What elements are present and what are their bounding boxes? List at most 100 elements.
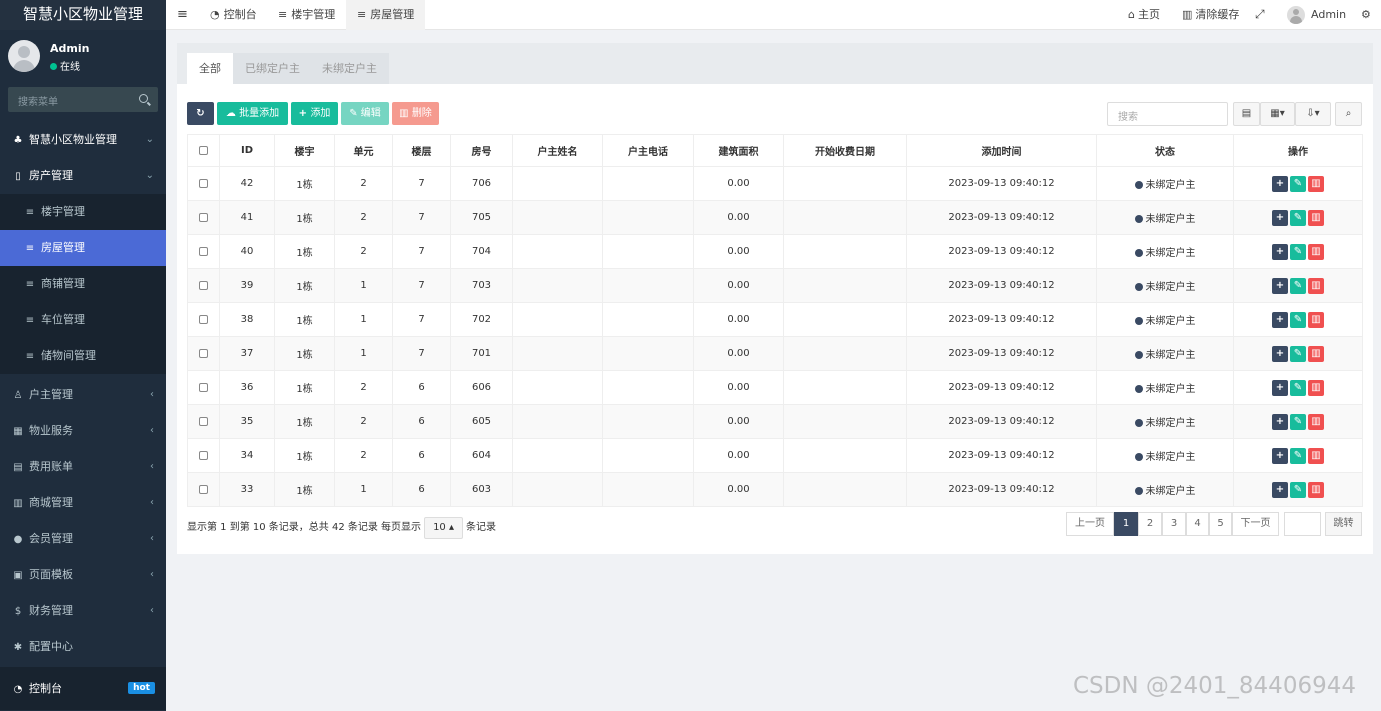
home-link[interactable]: ⌂ 主页	[1128, 0, 1160, 30]
page-size-select[interactable]: 10 ▴	[424, 517, 463, 539]
batch-add-button[interactable]: ☁ 批量添加	[217, 102, 288, 125]
table-row[interactable]: 37 1栋 1 7 701 0.00 2023-09-13 09:40:12 未绑定户主 + ✎ ▥	[187, 336, 1363, 371]
drag-sort-icon[interactable]: +	[1272, 481, 1288, 498]
page-3-button[interactable]: 3	[1162, 512, 1186, 536]
tab-unbound[interactable]: 未绑定户主	[310, 53, 389, 84]
row-checkbox[interactable]	[187, 370, 220, 405]
table-row[interactable]: 40 1栋 2 7 704 0.00 2023-09-13 09:40:12 未绑定户主 + ✎ ▥	[187, 234, 1363, 269]
sidebar-item-property[interactable]: ▯ 房产管理 ⌄	[0, 158, 166, 194]
row-checkbox[interactable]	[187, 302, 220, 337]
fullscreen-icon[interactable]: ⤢	[1255, 0, 1265, 30]
row-checkbox[interactable]	[187, 336, 220, 371]
sidebar-item-finance[interactable]: $ 财务管理 ‹	[0, 593, 166, 629]
delete-row-icon[interactable]: ▥	[1308, 243, 1324, 260]
sidebar-toggle-button[interactable]: ≡	[177, 0, 188, 30]
prev-page-button[interactable]: 上一页	[1066, 512, 1114, 536]
sidebar-item-shops[interactable]: ≡ 商铺管理	[0, 266, 166, 302]
sidebar-item-services[interactable]: ▦ 物业服务 ‹	[0, 413, 166, 449]
delete-row-icon[interactable]: ▥	[1308, 447, 1324, 464]
table-row[interactable]: 38 1栋 1 7 702 0.00 2023-09-13 09:40:12 未绑定户主 + ✎ ▥	[187, 302, 1363, 337]
tab-dashboard[interactable]: ◔ 控制台	[202, 0, 265, 30]
sidebar-item-smart-community[interactable]: ♣ 智慧小区物业管理 ⌄	[0, 122, 166, 158]
sidebar-item-bills[interactable]: ▤ 费用账单 ‹	[0, 449, 166, 485]
tab-bound[interactable]: 已绑定户主	[233, 53, 312, 84]
edit-row-icon[interactable]: ✎	[1290, 277, 1306, 294]
select-all-checkbox[interactable]	[187, 134, 220, 167]
sidebar-item-parking[interactable]: ≡ 车位管理	[0, 302, 166, 338]
page-1-button[interactable]: 1	[1114, 512, 1138, 536]
toggle-view-button[interactable]: ▤	[1233, 102, 1260, 126]
edit-row-icon[interactable]: ✎	[1290, 447, 1306, 464]
drag-sort-icon[interactable]: +	[1272, 175, 1288, 192]
delete-row-icon[interactable]: ▥	[1308, 175, 1324, 192]
sidebar-item-config[interactable]: ✱ 配置中心	[0, 629, 166, 665]
col-header-billing-start[interactable]: 开始收费日期	[783, 134, 907, 167]
drag-sort-icon[interactable]: +	[1272, 345, 1288, 362]
drag-sort-icon[interactable]: +	[1272, 447, 1288, 464]
drag-sort-icon[interactable]: +	[1272, 311, 1288, 328]
col-header-room[interactable]: 房号	[450, 134, 513, 167]
delete-row-icon[interactable]: ▥	[1308, 481, 1324, 498]
export-button[interactable]: ⇩▾	[1295, 102, 1331, 126]
delete-row-icon[interactable]: ▥	[1308, 209, 1324, 226]
edit-row-icon[interactable]: ✎	[1290, 209, 1306, 226]
row-checkbox[interactable]	[187, 200, 220, 235]
sidebar-item-mall[interactable]: ▥ 商城管理 ‹	[0, 485, 166, 521]
edit-row-icon[interactable]: ✎	[1290, 345, 1306, 362]
col-header-building[interactable]: 楼宇	[274, 134, 335, 167]
table-row[interactable]: 34 1栋 2 6 604 0.00 2023-09-13 09:40:12 未绑定户主 + ✎ ▥	[187, 438, 1363, 473]
edit-row-icon[interactable]: ✎	[1290, 413, 1306, 430]
table-row[interactable]: 42 1栋 2 7 706 0.00 2023-09-13 09:40:12 未绑定户主 + ✎ ▥	[187, 166, 1363, 201]
user-menu[interactable]: Admin	[1311, 0, 1346, 30]
page-5-button[interactable]: 5	[1209, 512, 1232, 536]
table-row[interactable]: 35 1栋 2 6 605 0.00 2023-09-13 09:40:12 未绑定户主 + ✎ ▥	[187, 404, 1363, 439]
page-4-button[interactable]: 4	[1186, 512, 1209, 536]
sidebar-item-members[interactable]: ● 会员管理 ‹	[0, 521, 166, 557]
tab-all[interactable]: 全部	[187, 53, 233, 84]
add-button[interactable]: + 添加	[291, 102, 338, 125]
drag-sort-icon[interactable]: +	[1272, 379, 1288, 396]
jump-page-input[interactable]	[1284, 512, 1321, 536]
table-row[interactable]: 39 1栋 1 7 703 0.00 2023-09-13 09:40:12 未绑定户主 + ✎ ▥	[187, 268, 1363, 303]
jump-button[interactable]: 跳转	[1325, 512, 1362, 536]
delete-row-icon[interactable]: ▥	[1308, 277, 1324, 294]
drag-sort-icon[interactable]: +	[1272, 277, 1288, 294]
drag-sort-icon[interactable]: +	[1272, 243, 1288, 260]
col-header-area[interactable]: 建筑面积	[693, 134, 784, 167]
tab-houses[interactable]: ≡ 房屋管理	[346, 0, 426, 30]
sidebar-item-dashboard[interactable]: ◔ 控制台 hot	[0, 667, 166, 710]
delete-row-icon[interactable]: ▥	[1308, 413, 1324, 430]
edit-row-icon[interactable]: ✎	[1290, 175, 1306, 192]
col-header-status[interactable]: 状态	[1096, 134, 1234, 167]
user-avatar[interactable]	[1287, 6, 1305, 24]
drag-sort-icon[interactable]: +	[1272, 413, 1288, 430]
columns-button[interactable]: ▦▾	[1260, 102, 1295, 126]
edit-button[interactable]: ✎ 编辑	[341, 102, 389, 125]
next-page-button[interactable]: 下一页	[1232, 512, 1279, 536]
sidebar-item-owners[interactable]: ♙ 户主管理 ‹	[0, 377, 166, 413]
delete-row-icon[interactable]: ▥	[1308, 379, 1324, 396]
table-row[interactable]: 33 1栋 1 6 603 0.00 2023-09-13 09:40:12 未绑定户主 + ✎ ▥	[187, 472, 1363, 507]
menu-search-input[interactable]: 搜索菜单	[8, 87, 158, 112]
drag-sort-icon[interactable]: +	[1272, 209, 1288, 226]
search-icon[interactable]	[139, 94, 148, 103]
menu-icon[interactable]: ≡	[177, 7, 188, 22]
row-checkbox[interactable]	[187, 472, 220, 507]
edit-row-icon[interactable]: ✎	[1290, 481, 1306, 498]
table-row[interactable]: 36 1栋 2 6 606 0.00 2023-09-13 09:40:12 未绑定户主 + ✎ ▥	[187, 370, 1363, 405]
edit-row-icon[interactable]: ✎	[1290, 379, 1306, 396]
delete-button[interactable]: ▥ 删除	[392, 102, 439, 125]
edit-row-icon[interactable]: ✎	[1290, 311, 1306, 328]
table-row[interactable]: 41 1栋 2 7 705 0.00 2023-09-13 09:40:12 未绑定户主 + ✎ ▥	[187, 200, 1363, 235]
sidebar-item-storage[interactable]: ≡ 储物间管理	[0, 338, 166, 374]
row-checkbox[interactable]	[187, 166, 220, 201]
col-header-added-time[interactable]: 添加时间	[906, 134, 1097, 167]
col-header-unit[interactable]: 单元	[334, 134, 393, 167]
col-header-owner-phone[interactable]: 户主电话	[602, 134, 694, 167]
settings-icon[interactable]: ⚙	[1361, 0, 1371, 30]
row-checkbox[interactable]	[187, 404, 220, 439]
col-header-owner-name[interactable]: 户主姓名	[512, 134, 603, 167]
table-search-input[interactable]: 搜索	[1107, 102, 1228, 126]
row-checkbox[interactable]	[187, 438, 220, 473]
refresh-button[interactable]: ↻	[187, 102, 214, 125]
